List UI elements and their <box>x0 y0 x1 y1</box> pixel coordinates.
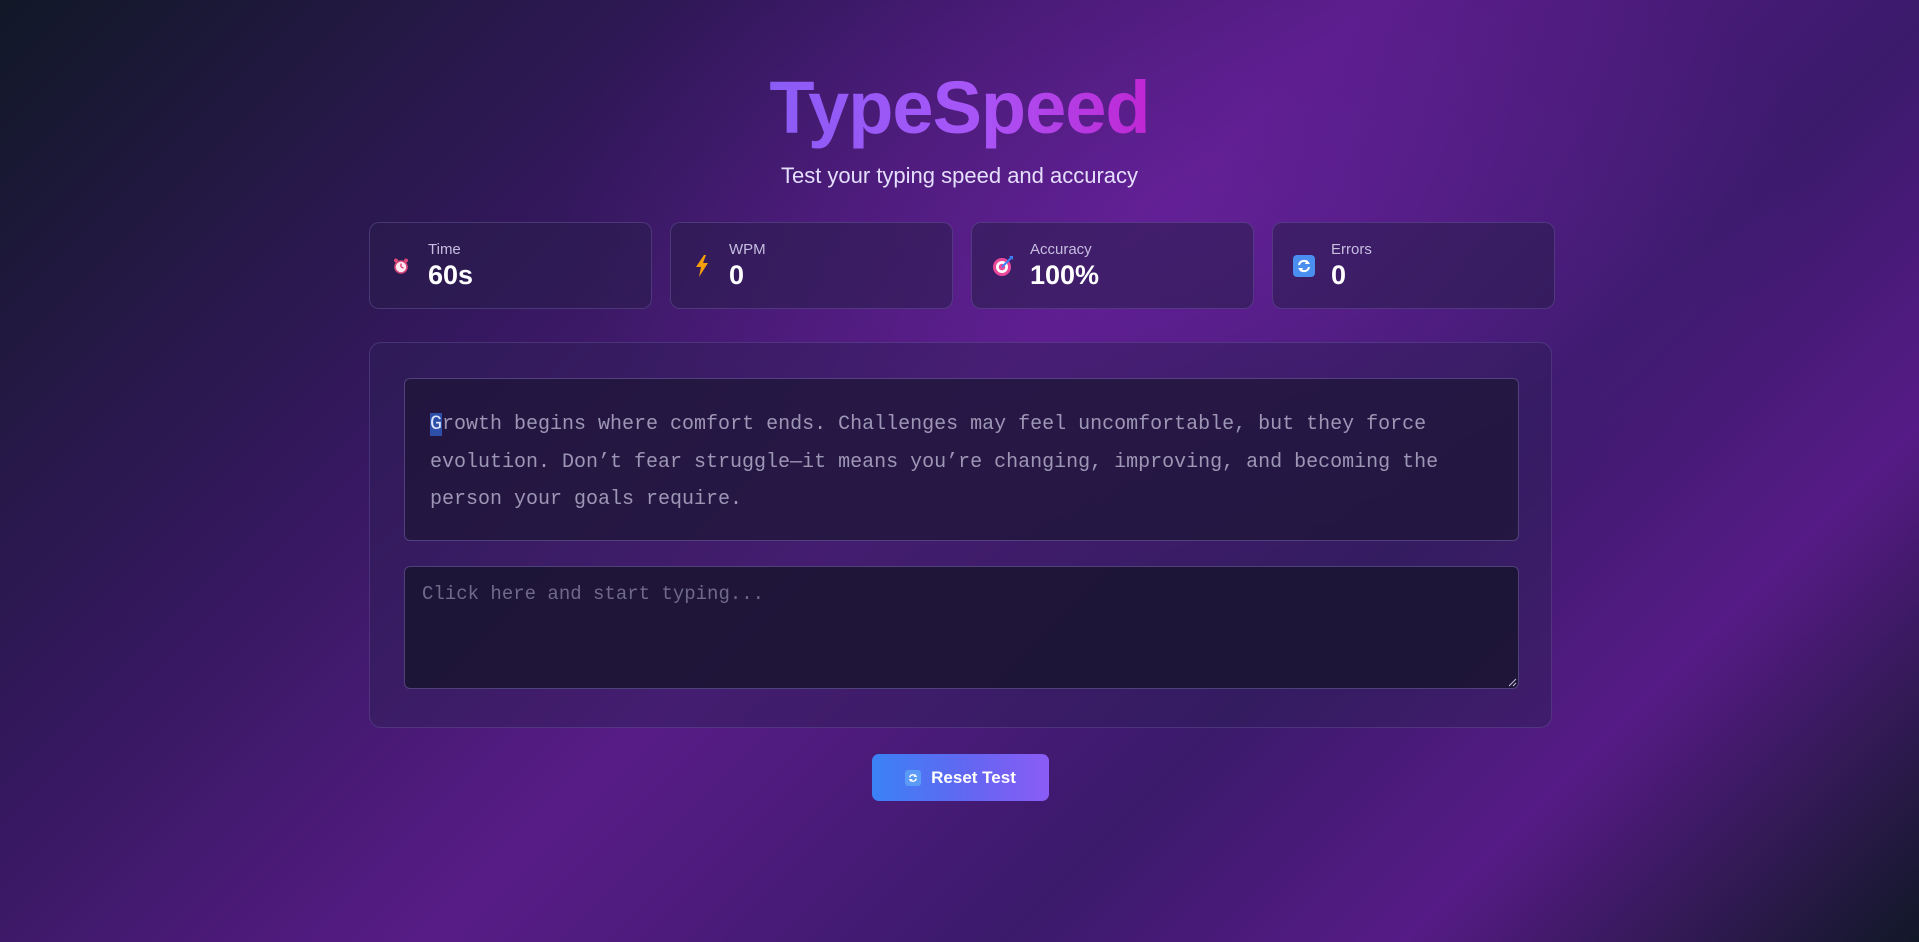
stat-card-time: Time 60s <box>369 222 652 309</box>
stat-label: Time <box>428 240 461 258</box>
refresh-icon <box>1293 254 1315 277</box>
stat-value-errors: 0 <box>1331 259 1347 290</box>
app-title: TypeSpeed <box>769 66 1150 149</box>
stat-label: WPM <box>729 240 766 258</box>
resize-grip-icon[interactable] <box>1508 678 1517 687</box>
alarm-clock-icon <box>390 255 412 277</box>
stat-label: Errors <box>1331 240 1372 258</box>
stat-value-accuracy: 100% <box>1030 259 1100 290</box>
typing-panel: Growth begins where comfort ends. Challe… <box>369 342 1552 728</box>
stat-label: Accuracy <box>1030 240 1092 258</box>
stat-card-wpm: WPM 0 <box>670 222 953 309</box>
current-char: G <box>430 413 443 436</box>
typing-input[interactable] <box>404 566 1519 689</box>
passage-text: Growth begins where comfort ends. Challe… <box>404 378 1519 541</box>
refresh-icon <box>905 769 922 786</box>
stat-card-accuracy: Accuracy 100% <box>971 222 1254 309</box>
reset-test-button[interactable]: Reset Test <box>872 754 1049 801</box>
target-icon <box>992 255 1014 277</box>
stats-bar: Time 60s WPM 0 Accuracy 100% Errors 0 <box>369 222 1555 309</box>
stat-value-time: 60s <box>428 259 474 290</box>
reset-button-label: Reset Test <box>931 767 1016 787</box>
stat-card-errors: Errors 0 <box>1272 222 1555 309</box>
stat-value-wpm: 0 <box>729 259 745 290</box>
remaining-text: rowth begins where comfort ends. Challen… <box>430 413 1439 511</box>
app-subtitle: Test your typing speed and accuracy <box>780 163 1139 188</box>
lightning-icon <box>691 254 713 277</box>
